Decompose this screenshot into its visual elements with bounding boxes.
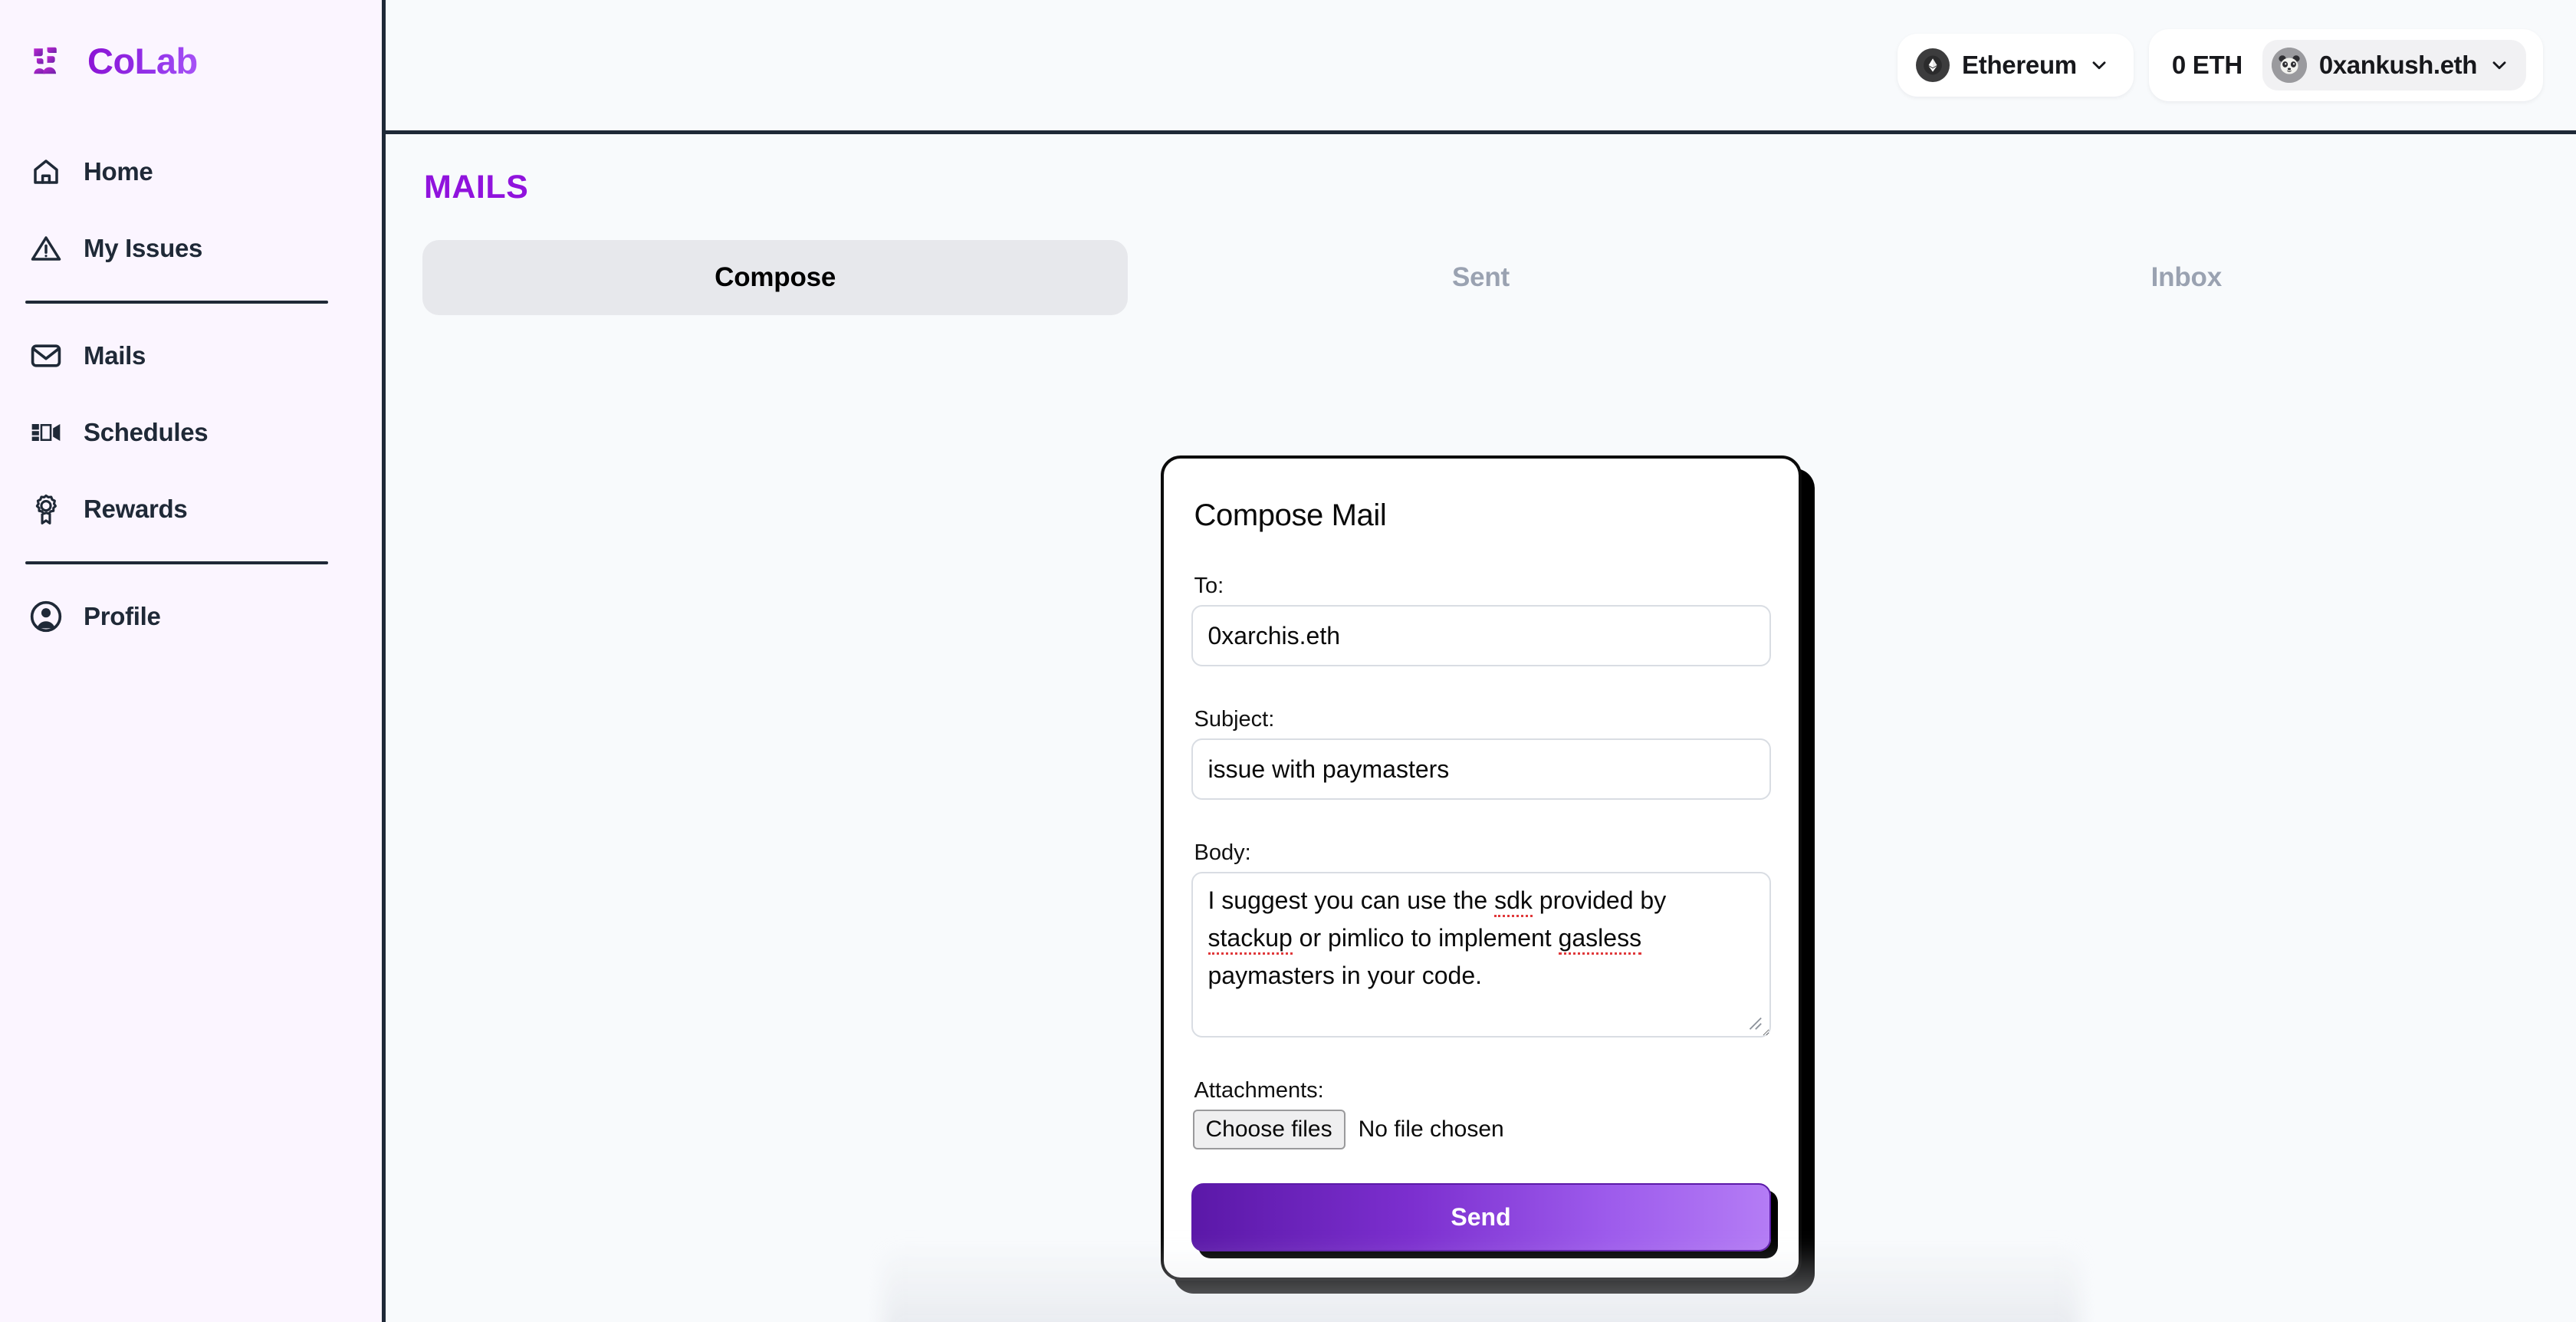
- sidebar-top-spacer: [0, 92, 382, 144]
- sidebar-item-label: Profile: [84, 602, 161, 630]
- nav-gap: [0, 460, 382, 482]
- sidebar-group-workspace: Mails Schedules Rewards: [0, 328, 382, 537]
- compose-card-title: Compose Mail: [1194, 498, 1387, 532]
- subject-input[interactable]: [1191, 738, 1771, 800]
- sidebar-group-primary: Home My Issues: [0, 144, 382, 276]
- topbar: Ethereum 0 ETH 0xankush.eth: [386, 0, 2576, 134]
- sidebar-divider: [25, 301, 328, 304]
- body-label: Body:: [1194, 840, 1251, 865]
- page-title: MAILS: [424, 169, 529, 206]
- wallet-account-name: 0xankush.eth: [2318, 51, 2478, 79]
- nav-gap: [0, 199, 382, 221]
- sidebar-item-label: Rewards: [84, 495, 188, 523]
- spellcheck-word: stackup: [1208, 924, 1293, 955]
- sidebar-item-schedules[interactable]: Schedules: [0, 405, 382, 460]
- nav-gap: [0, 383, 382, 405]
- tab-sent[interactable]: Sent: [1128, 240, 1833, 315]
- ethereum-diamond-icon: [1916, 48, 1950, 82]
- brand-name: CoLab: [87, 40, 198, 81]
- tab-compose[interactable]: Compose: [422, 240, 1129, 315]
- sidebar-item-my-issues[interactable]: My Issues: [0, 221, 382, 276]
- sidebar-item-home[interactable]: Home: [0, 144, 382, 199]
- colab-people-logo-icon: [31, 43, 66, 78]
- subject-label: Subject:: [1194, 707, 1275, 732]
- wallet-widget[interactable]: 0 ETH 0xankush.eth: [2148, 29, 2543, 101]
- sidebar-item-label: Home: [84, 157, 153, 186]
- award-ribbon-icon: [28, 492, 64, 527]
- content-region: MAILS Compose Sent Inbox Compose Mail To…: [386, 134, 2576, 1322]
- compose-card-wrap: Compose Mail To: Subject: Body: I sugges…: [386, 455, 2576, 1281]
- sidebar-item-label: My Issues: [84, 234, 203, 262]
- spellcheck-word: gasless: [1558, 924, 1642, 955]
- chain-label: Ethereum: [1962, 51, 2077, 79]
- sidebar-group-account: Profile: [0, 589, 382, 644]
- chevron-down-icon[interactable]: [2489, 55, 2509, 75]
- chain-selector[interactable]: Ethereum: [1898, 34, 2134, 97]
- mail-tabs: Compose Sent Inbox: [422, 240, 2539, 315]
- tab-inbox[interactable]: Inbox: [1834, 240, 2539, 315]
- chevron-down-icon[interactable]: [2089, 55, 2109, 75]
- sidebar-item-label: Schedules: [84, 418, 209, 446]
- send-button[interactable]: Send: [1191, 1183, 1771, 1251]
- body-wrapper: I suggest you can use the sdk provided b…: [1191, 872, 1771, 1038]
- warning-triangle-icon: [28, 231, 64, 266]
- sidebar-divider: [25, 561, 328, 564]
- app-root: CoLab Home My Issues Mails Schedules Rew…: [0, 0, 2576, 1322]
- sidebar-item-profile[interactable]: Profile: [0, 589, 382, 644]
- body-textarea[interactable]: I suggest you can use the sdk provided b…: [1191, 872, 1771, 1038]
- brand[interactable]: CoLab: [0, 0, 382, 92]
- to-label: To:: [1194, 574, 1224, 598]
- spellcheck-word: sdk: [1494, 886, 1533, 917]
- attachments-row: Choose files No file chosen: [1191, 1110, 1771, 1149]
- attachments-label: Attachments:: [1194, 1078, 1324, 1103]
- panda-avatar-icon: [2271, 48, 2307, 83]
- sidebar-item-label: Mails: [84, 341, 146, 370]
- compose-mail-card: Compose Mail To: Subject: Body: I sugges…: [1160, 455, 1802, 1281]
- choose-files-button[interactable]: Choose files: [1192, 1110, 1346, 1149]
- envelope-icon: [28, 338, 64, 373]
- sidebar-item-rewards[interactable]: Rewards: [0, 482, 382, 537]
- video-camera-icon: [28, 415, 64, 450]
- wallet-account-chip[interactable]: 0xankush.eth: [2262, 40, 2526, 90]
- sidebar: CoLab Home My Issues Mails Schedules Rew…: [0, 0, 386, 1322]
- wallet-balance: 0 ETH: [2171, 51, 2242, 79]
- main-region: Ethereum 0 ETH 0xankush.eth MAILS Compos…: [386, 0, 2576, 1322]
- to-input[interactable]: [1191, 605, 1771, 666]
- attachment-status: No file chosen: [1358, 1116, 1504, 1142]
- user-circle-icon: [28, 599, 64, 634]
- home-icon: [28, 154, 64, 189]
- sidebar-item-mails[interactable]: Mails: [0, 328, 382, 383]
